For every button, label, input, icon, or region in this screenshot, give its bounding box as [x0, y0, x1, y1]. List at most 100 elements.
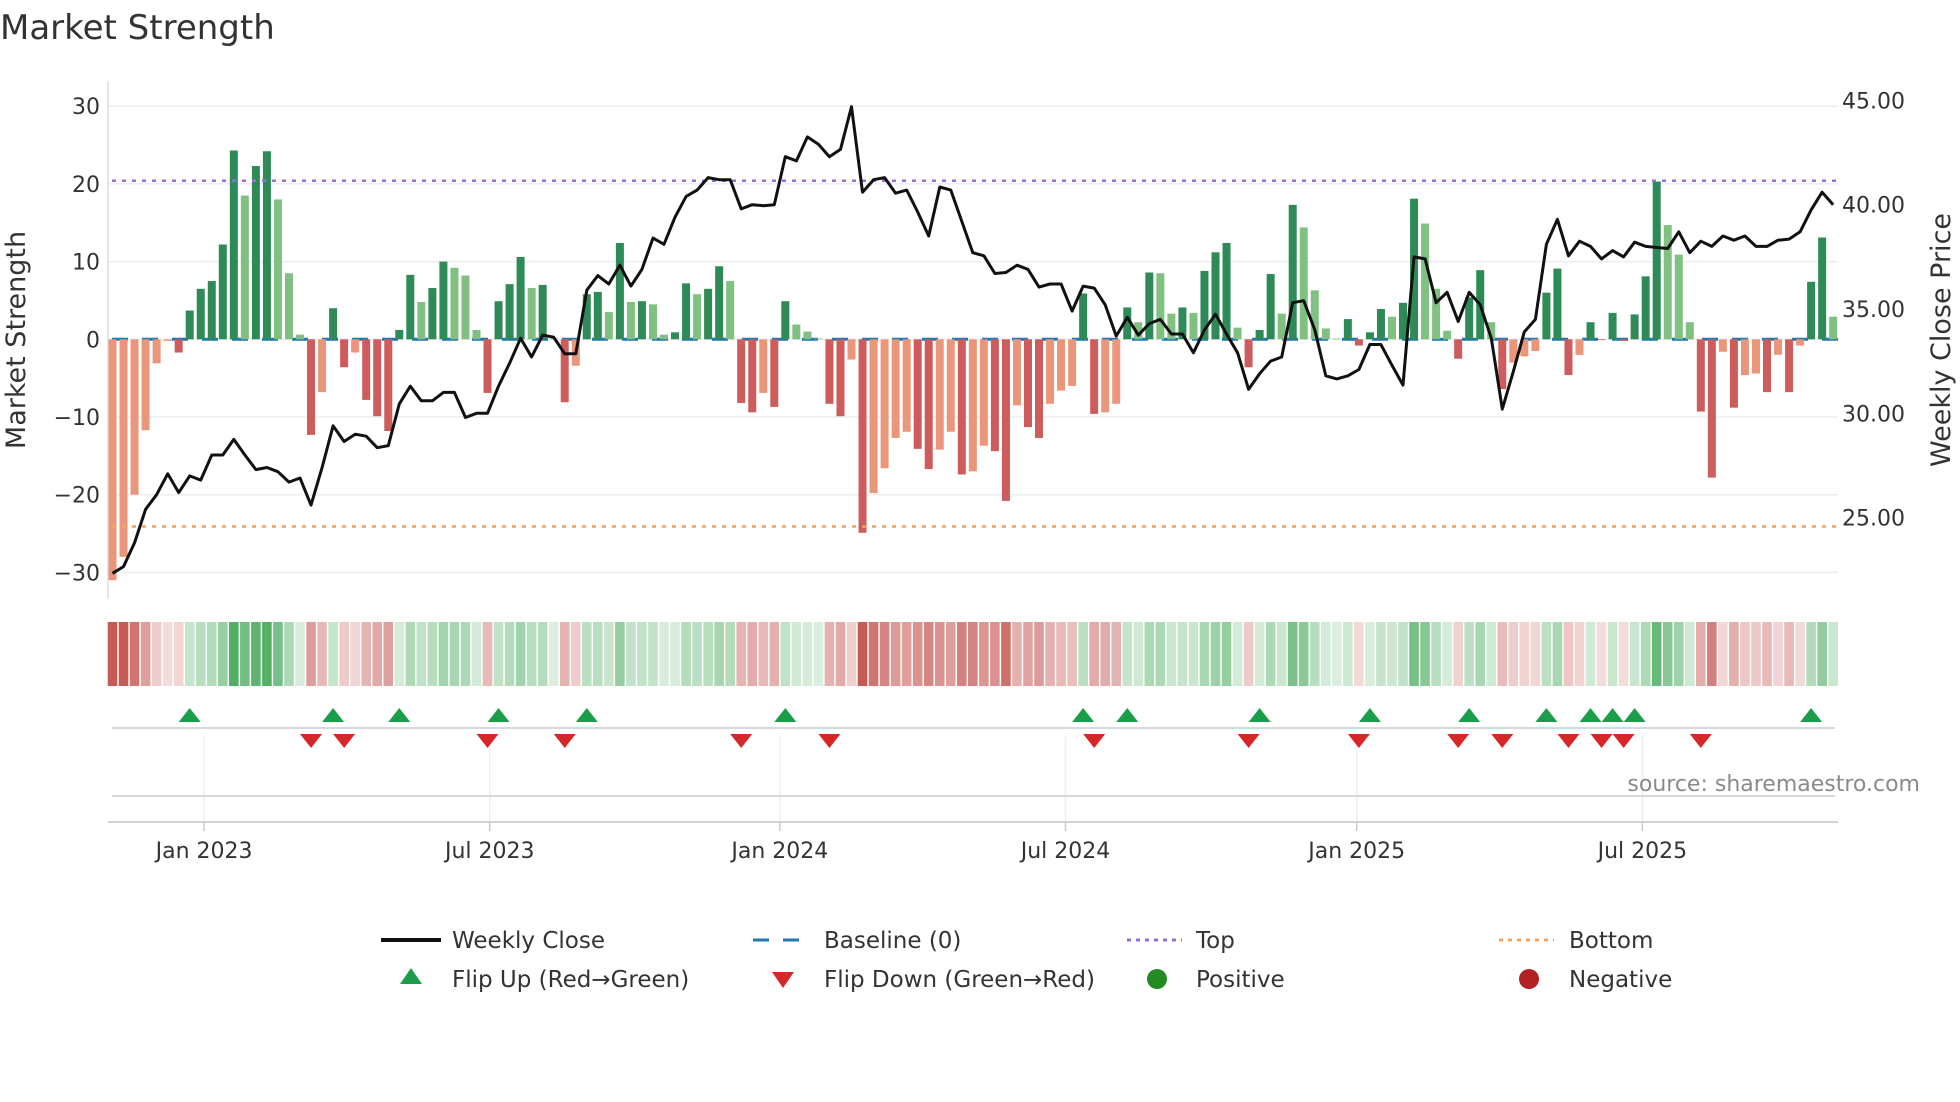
strip-cell [968, 622, 978, 686]
strip-cell [1618, 622, 1629, 686]
strip-cell [703, 622, 713, 686]
legend-item-top[interactable]: Top [1127, 928, 1235, 954]
strength-bar [825, 339, 834, 404]
flip-down-marker-icon [300, 734, 323, 748]
strength-bar [251, 166, 260, 340]
strip-cell [1111, 622, 1122, 686]
strip-cell [1001, 622, 1011, 686]
strength-bar [527, 288, 536, 340]
strength-bar [1542, 292, 1551, 340]
strip-cell [1707, 622, 1717, 686]
legend-item-weekly-close[interactable]: Weekly Close [381, 928, 605, 954]
source-label: source: sharemaestro.com [1627, 772, 1920, 797]
strength-bar [957, 339, 966, 475]
strength-bar [858, 339, 867, 533]
strip-cell [229, 622, 239, 686]
strength-bar [1343, 319, 1352, 340]
strip-cell [1354, 622, 1364, 686]
strength-bar [637, 301, 646, 340]
legend-item-positive[interactable]: Positive [1147, 967, 1285, 993]
flip-down-marker-icon [333, 734, 356, 748]
legend-item-flip-up[interactable]: Flip Up (Red→Green) [400, 967, 689, 993]
y-tick-label: −20 [54, 484, 100, 509]
y-tick-label: 0 [86, 328, 100, 353]
strip-cell [1795, 622, 1805, 686]
strip-cell [1122, 622, 1133, 686]
strip-cell [504, 622, 515, 686]
strength-bar [108, 339, 117, 581]
strip-cell [1563, 622, 1574, 686]
strip-cell [1464, 622, 1474, 686]
strip-cell [1585, 622, 1596, 686]
strength-bar [1277, 313, 1286, 340]
right-axis-title: Weekly Close Price [1926, 213, 1957, 467]
strip-cell [659, 622, 669, 686]
strength-bar [990, 339, 999, 452]
strength-bar [1630, 314, 1639, 340]
strength-bar [307, 339, 316, 435]
triangle-down-icon [772, 972, 794, 988]
strip-cell [493, 622, 504, 686]
strength-bar [792, 324, 801, 340]
strip-cell [604, 622, 614, 686]
x-tick-label: Jan 2024 [729, 839, 828, 864]
strip-cell [802, 622, 813, 686]
strip-cell [548, 622, 559, 686]
strip-cell [791, 622, 802, 686]
flip-up-marker-icon [1623, 708, 1646, 722]
strength-bar [1553, 268, 1562, 340]
strip-cell [1420, 622, 1430, 686]
strip-cell [681, 622, 691, 686]
strip-cell [416, 622, 427, 686]
strip-cell [1034, 622, 1044, 686]
flip-up-marker-icon [1072, 708, 1095, 722]
strip-cell [1298, 622, 1309, 686]
strip-cell [273, 622, 283, 686]
strip-cell [1332, 622, 1342, 686]
strength-bar [648, 304, 657, 340]
strip-cell [1629, 622, 1640, 686]
strip-cell [593, 622, 603, 686]
strip-cell [471, 622, 482, 686]
flip-up-marker-icon [1535, 708, 1558, 722]
strip-cell [107, 622, 118, 686]
strength-bar [946, 339, 955, 432]
strip-cell [350, 622, 360, 686]
flip-down-marker-icon [1447, 734, 1470, 748]
strip-cell [306, 622, 316, 686]
strip-cell [206, 622, 217, 686]
strength-bar [1751, 339, 1760, 374]
strength-bar [538, 284, 547, 340]
strip-cell [758, 622, 769, 686]
strip-cell [1321, 622, 1331, 686]
y2-tick-label: 35.00 [1842, 298, 1905, 323]
strength-bar [1354, 339, 1363, 346]
legend-item-flip-down[interactable]: Flip Down (Green→Red) [772, 967, 1095, 993]
strip-cell [1596, 622, 1607, 686]
legend-label: Flip Down (Green→Red) [824, 967, 1095, 993]
strip-cell [317, 622, 327, 686]
strip-cell [714, 622, 724, 686]
strip-cell [1806, 622, 1816, 686]
legend-item-bottom[interactable]: Bottom [1499, 928, 1653, 954]
strip-cell [736, 622, 747, 686]
strength-bar [1807, 281, 1816, 340]
legend-item-negative[interactable]: Negative [1519, 967, 1672, 993]
strip-cell [1089, 622, 1099, 686]
strength-bar [1244, 339, 1253, 368]
strength-bar [185, 310, 194, 340]
strength-bar [428, 288, 437, 340]
strength-bar [891, 339, 900, 438]
strength-bar [494, 301, 503, 340]
circle-icon [1519, 969, 1539, 989]
strength-bar [1145, 272, 1154, 340]
flip-up-marker-icon [388, 708, 411, 722]
strip-cell [648, 622, 658, 686]
legend-item-baseline[interactable]: Baseline (0) [753, 928, 961, 954]
strip-cell [1166, 622, 1177, 686]
strip-cell [1497, 622, 1508, 686]
strength-bar [1387, 316, 1396, 340]
x-tick-label: Jan 2025 [1306, 839, 1405, 864]
strip-cell [284, 622, 294, 686]
strength-heat-strip [107, 622, 1838, 686]
